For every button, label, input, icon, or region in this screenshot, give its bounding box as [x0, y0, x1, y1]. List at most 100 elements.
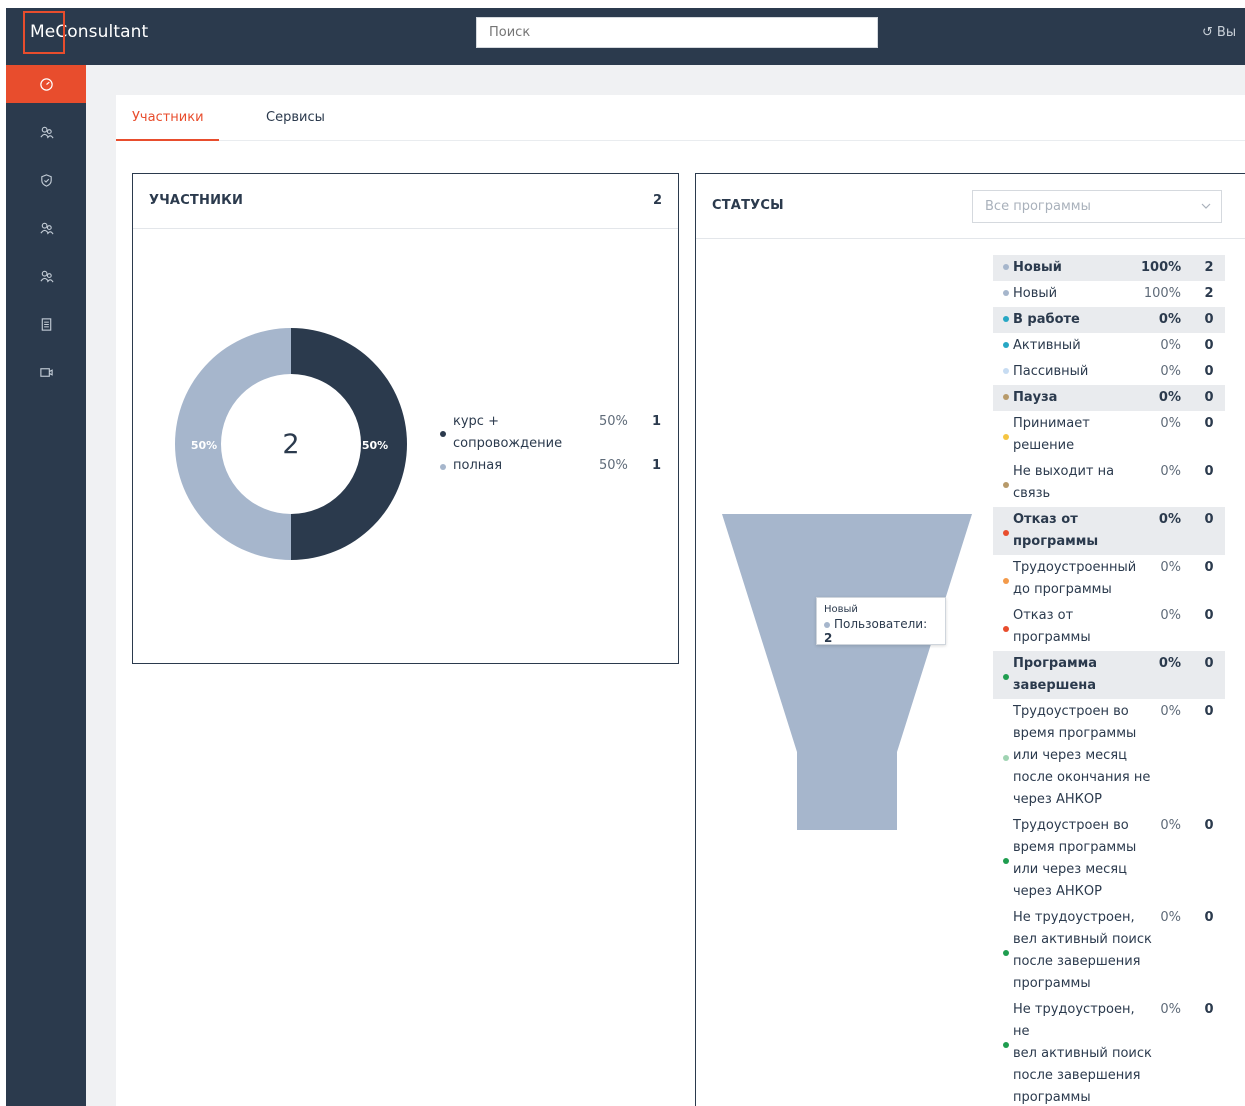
legend-pct-full: 50%: [599, 458, 628, 473]
status-label: Программа завершена: [1013, 653, 1153, 697]
status-label-line: программы: [1013, 976, 1091, 991]
status-label-line: вел активный поиск: [1013, 932, 1152, 947]
status-row[interactable]: Активный 0% 0: [993, 333, 1225, 359]
status-row[interactable]: Трудоустроен во время программы или через …: [993, 813, 1225, 905]
status-group-row[interactable]: Новый 100% 2: [993, 255, 1225, 281]
funnel-segment-new[interactable]: [722, 514, 972, 830]
status-row[interactable]: Не трудоустроен, не вел активный поиск пос…: [993, 997, 1225, 1105]
tab-services[interactable]: Сервисы: [266, 110, 325, 125]
status-group-row[interactable]: Пауза 0% 0: [993, 385, 1225, 411]
status-color-dot: [1003, 530, 1009, 536]
status-color-dot: [1003, 434, 1009, 440]
status-label: Принимает решение: [1013, 413, 1153, 457]
status-count: 0: [1204, 390, 1214, 405]
status-color-dot: [1003, 394, 1009, 400]
users-icon: [39, 222, 54, 234]
status-row[interactable]: Трудоустроенный до программы 0% 0: [993, 555, 1225, 603]
sidebar-item-users-3[interactable]: [6, 257, 86, 295]
status-count: 0: [1204, 416, 1214, 431]
status-row[interactable]: Принимает решение 0% 0: [993, 411, 1225, 459]
logout-label: Вы: [1216, 25, 1237, 40]
sidebar-item-documents[interactable]: [6, 305, 86, 343]
status-percent: 0%: [1158, 390, 1181, 405]
status-label-line: Отказ от: [1013, 512, 1078, 527]
program-select[interactable]: Все программы: [972, 190, 1222, 223]
status-count: 0: [1204, 512, 1214, 527]
tab-bar: Участники Сервисы: [116, 95, 1245, 141]
tab-participants[interactable]: Участники: [132, 110, 204, 125]
status-percent: 0%: [1160, 818, 1181, 833]
status-label-line: до программы: [1013, 582, 1112, 597]
status-label-line: Принимает: [1013, 416, 1090, 431]
tooltip-value: 2: [824, 631, 833, 645]
status-label-line: Активный: [1013, 338, 1081, 353]
sidebar: [6, 65, 86, 1106]
status-label-line: Не выходит на: [1013, 464, 1115, 479]
status-color-dot: [1003, 755, 1009, 761]
sidebar-item-dashboard[interactable]: [6, 65, 86, 103]
sidebar-item-shield[interactable]: [6, 161, 86, 199]
status-label-line: через АНКОР: [1013, 884, 1102, 899]
donut-percent-label-full: 50%: [191, 439, 217, 452]
sidebar-item-users-2[interactable]: [6, 209, 86, 247]
status-percent: 100%: [1141, 260, 1182, 275]
status-label-line: В работе: [1013, 312, 1080, 327]
donut-percent-label-course: 50%: [362, 439, 388, 452]
status-group-row[interactable]: Программа завершена 0% 0: [993, 651, 1225, 699]
status-label-line: Программа: [1013, 656, 1098, 671]
shield-icon: [40, 173, 52, 187]
sidebar-item-users-1[interactable]: [6, 113, 86, 151]
sidebar-item-video[interactable]: [6, 353, 86, 391]
status-color-dot: [1003, 578, 1009, 584]
status-percent: 0%: [1160, 910, 1181, 925]
status-percent: 0%: [1160, 364, 1181, 379]
app-frame: MeConsultant ↺Вы Участни: [6, 8, 1245, 1106]
status-label: Не выходит на связь: [1013, 461, 1153, 505]
donut-segment-course[interactable]: [291, 328, 407, 560]
status-label: Пассивный: [1013, 361, 1153, 383]
legend-num-full: 1: [652, 458, 662, 473]
status-label: Новый: [1013, 257, 1153, 279]
logo-highlight: [23, 11, 65, 54]
status-group-row[interactable]: В работе 0% 0: [993, 307, 1225, 333]
status-count: 0: [1204, 364, 1214, 379]
status-percent: 0%: [1160, 704, 1181, 719]
status-label-line: время программы: [1013, 726, 1137, 741]
status-label-line: после окончания не: [1013, 770, 1151, 785]
status-label-line: Трудоустроен во: [1013, 704, 1129, 719]
status-row[interactable]: Отказ от программыпо другой причине0%0: [993, 603, 1225, 667]
status-percent: 0%: [1160, 464, 1181, 479]
top-bar: MeConsultant ↺Вы: [6, 8, 1245, 65]
status-label-line: после завершения: [1013, 954, 1141, 969]
search-input[interactable]: [476, 17, 878, 48]
status-count: 0: [1204, 312, 1214, 327]
participants-title: УЧАСТНИКИ: [149, 193, 244, 208]
status-row[interactable]: Трудоустроен во время программы или через …: [993, 699, 1225, 813]
status-count: 0: [1204, 1002, 1214, 1017]
legend-label-course-line2: сопровождение: [453, 436, 563, 451]
status-row[interactable]: Не выходит на связь 0% 0: [993, 459, 1225, 507]
program-select-value: Все программы: [985, 199, 1091, 214]
legend-dot-full: [440, 464, 446, 470]
status-percent: 0%: [1158, 312, 1181, 327]
status-label-line: или через месяц: [1013, 862, 1127, 877]
video-icon: [39, 367, 53, 377]
status-row[interactable]: Пассивный 0% 0: [993, 359, 1225, 385]
logout-button[interactable]: ↺ Вы: [1202, 25, 1236, 40]
status-row[interactable]: Новый 100% 2: [993, 281, 1225, 307]
status-count: 0: [1204, 464, 1214, 479]
users-icon: [39, 126, 54, 138]
status-row[interactable]: Не трудоустроен, вел активный поиск после …: [993, 905, 1225, 997]
tooltip-value-row: Пользователи: 2: [824, 617, 928, 645]
legend-label-full: полная: [453, 458, 503, 473]
status-label: Новый: [1013, 283, 1153, 305]
status-color-dot: [1003, 1042, 1009, 1048]
status-label: Не трудоустроен, не вел активный поиск пос…: [1013, 999, 1153, 1106]
status-color-dot: [1003, 674, 1009, 680]
panel-divider: [696, 238, 1245, 239]
status-label-line: решение: [1013, 438, 1075, 453]
chevron-down-icon: [1201, 200, 1211, 215]
status-count: 0: [1204, 338, 1214, 353]
status-label: Пауза: [1013, 387, 1153, 409]
status-group-row[interactable]: Отказ от программы 0% 0: [993, 507, 1225, 555]
